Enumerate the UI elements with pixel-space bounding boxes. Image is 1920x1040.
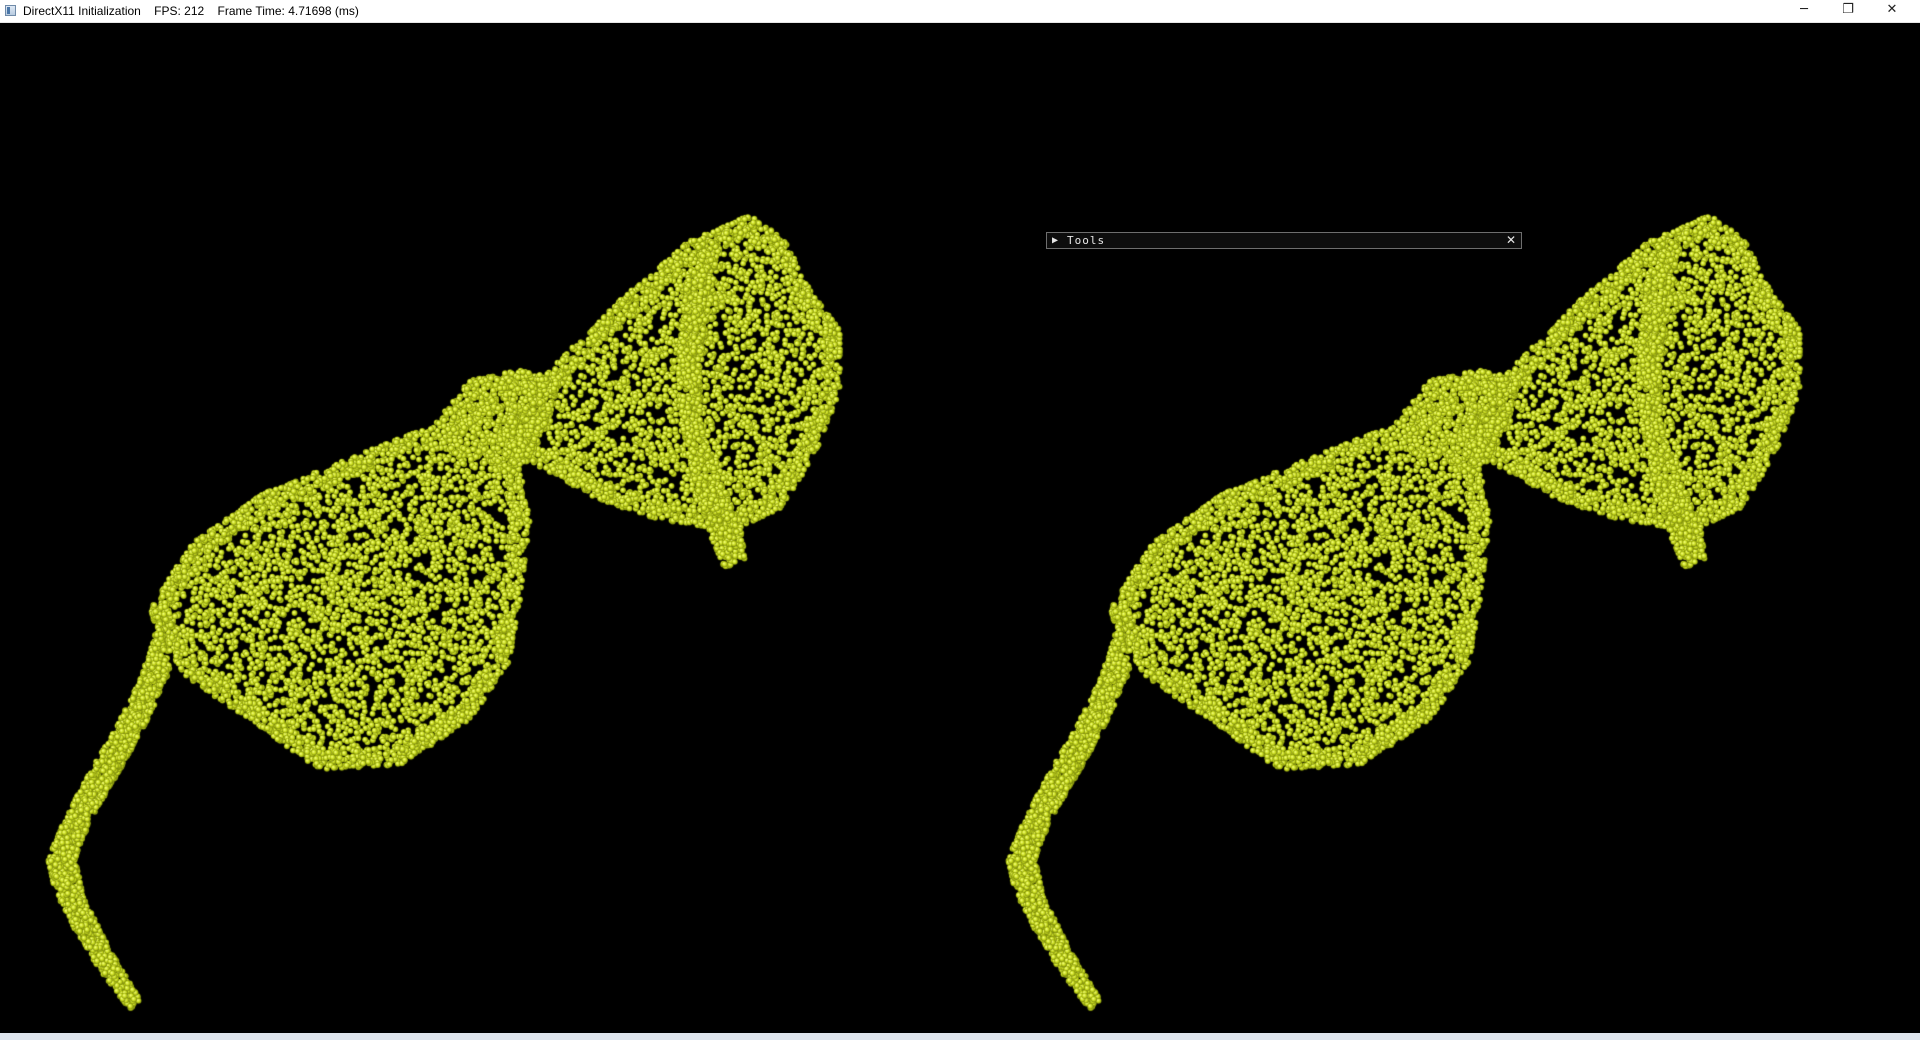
render-viewport[interactable]: ▶ Tools ✕ — [0, 23, 1920, 1033]
tools-window-title[interactable]: Tools — [1067, 234, 1105, 248]
collapse-arrow-icon[interactable]: ▶ — [1052, 234, 1058, 248]
tools-close-icon[interactable]: ✕ — [1506, 233, 1516, 247]
restore-button[interactable]: ❐ — [1826, 0, 1870, 22]
app-window: DirectX11 Initialization FPS: 212 Frame … — [0, 0, 1920, 1040]
title-bar[interactable]: DirectX11 Initialization FPS: 212 Frame … — [0, 0, 1920, 23]
point-cloud-canvas[interactable] — [0, 23, 1920, 1033]
tools-window[interactable]: ▶ Tools ✕ — [1046, 232, 1522, 249]
close-button[interactable]: ✕ — [1870, 0, 1914, 22]
window-title: DirectX11 Initialization FPS: 212 Frame … — [23, 4, 359, 18]
minimize-button[interactable]: ─ — [1782, 0, 1826, 22]
taskbar-edge — [0, 1033, 1920, 1040]
app-icon — [5, 5, 16, 16]
